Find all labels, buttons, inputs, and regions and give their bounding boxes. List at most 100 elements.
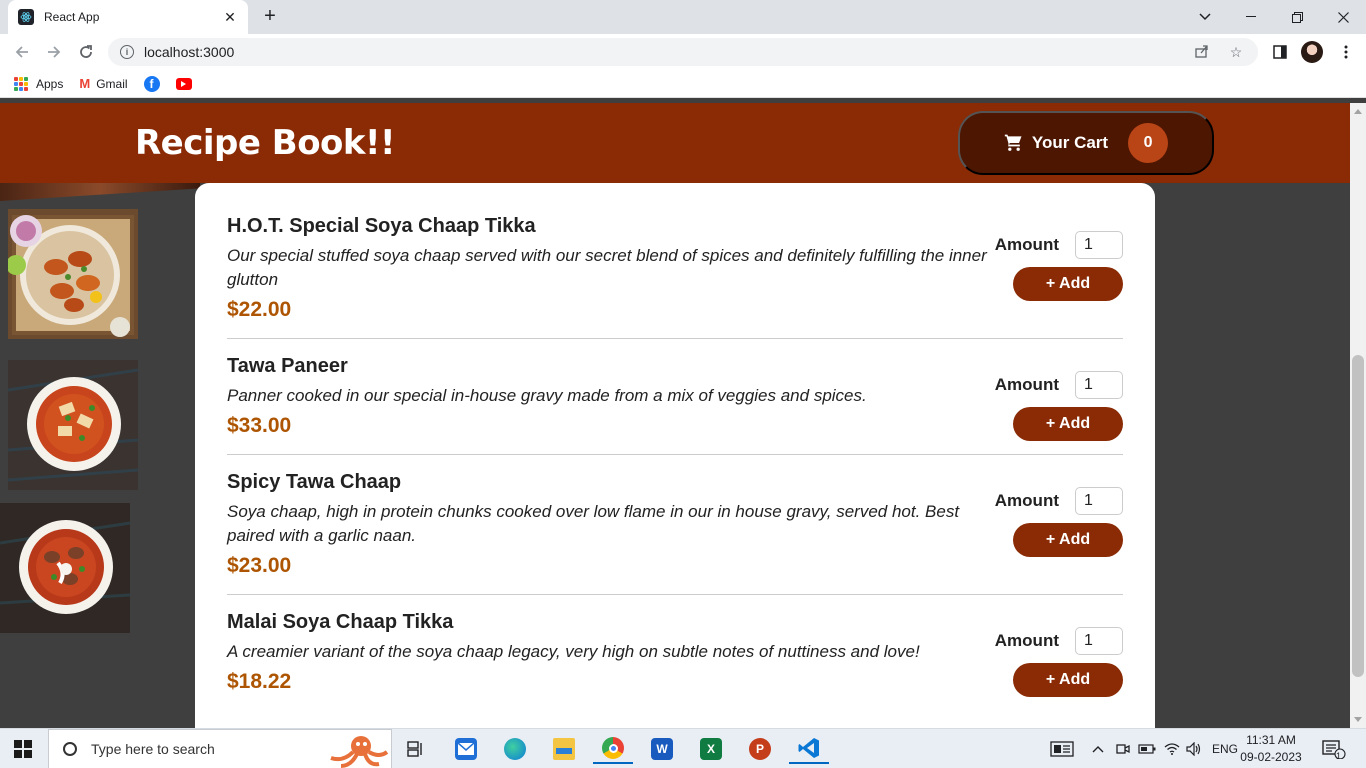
chrome-browser-icon[interactable]: [593, 734, 633, 764]
page-scrollbar[interactable]: [1350, 103, 1366, 728]
windows-start-icon[interactable]: [14, 740, 32, 758]
youtube-icon: [175, 77, 192, 90]
amount-input[interactable]: [1075, 487, 1123, 515]
meal-item: Tawa Paneer Panner cooked in our special…: [227, 355, 1123, 455]
clock-date: 09-02-2023: [1240, 750, 1302, 764]
volume-icon[interactable]: [1186, 729, 1202, 768]
vscode-app-icon[interactable]: [789, 734, 829, 764]
windows-taskbar: Type here to search W X P ENG 11:31 AM 0…: [0, 728, 1366, 768]
system-clock[interactable]: 11:31 AM 09-02-2023: [1238, 732, 1304, 766]
side-panel-icon[interactable]: [1268, 40, 1292, 64]
amount-label: Amount: [994, 235, 1059, 254]
close-window-button[interactable]: [1320, 0, 1366, 34]
scroll-up-arrow-icon[interactable]: [1354, 109, 1362, 114]
search-highlight-octopus-icon: [330, 736, 389, 768]
amount-label: Amount: [994, 375, 1059, 394]
forward-arrow-icon[interactable]: [42, 40, 66, 64]
excel-app-icon[interactable]: X: [691, 734, 731, 764]
file-explorer-icon[interactable]: [544, 734, 584, 764]
meal-add-form: Amount + Add: [995, 487, 1123, 557]
meal-name: H.O.T. Special Soya Chaap Tikka: [227, 215, 536, 237]
bookmark-facebook[interactable]: f: [143, 75, 160, 92]
minimize-button[interactable]: [1228, 0, 1274, 34]
browser-tab[interactable]: React App ✕: [8, 0, 248, 34]
amount-label: Amount: [994, 491, 1059, 510]
amount-input[interactable]: [1075, 627, 1123, 655]
back-arrow-icon[interactable]: [10, 40, 34, 64]
search-icon: [63, 742, 77, 756]
tawa-paneer-image: [8, 360, 138, 490]
powerpoint-app-icon[interactable]: P: [740, 734, 780, 764]
notification-count: 1: [1336, 751, 1342, 761]
soya-chaap-tikka-image: [8, 209, 138, 339]
meal-price: $23.00: [227, 554, 292, 577]
scroll-thumb[interactable]: [1352, 355, 1364, 677]
gmail-icon: M: [79, 76, 91, 91]
meal-add-form: Amount + Add: [995, 371, 1123, 441]
bookmark-gmail[interactable]: M Gmail: [79, 76, 127, 91]
cart-label: Your Cart: [1031, 133, 1109, 152]
meal-item: H.O.T. Special Soya Chaap Tikka Our spec…: [227, 215, 1123, 339]
task-view-icon[interactable]: [396, 734, 436, 764]
language-indicator[interactable]: ENG: [1212, 729, 1238, 768]
restore-button[interactable]: [1274, 0, 1320, 34]
add-to-cart-button[interactable]: + Add: [1013, 267, 1123, 301]
browser-tab-bar: React App ✕ +: [0, 0, 1366, 34]
bookmark-gmail-label: Gmail: [96, 76, 128, 91]
meal-price: $22.00: [227, 298, 292, 321]
add-to-cart-button[interactable]: + Add: [1013, 407, 1123, 441]
app-header: Recipe Book!! Your Cart 0: [0, 103, 1350, 183]
browser-address-bar: i localhost:3000 ☆: [0, 34, 1366, 70]
meal-name: Malai Soya Chaap Tikka: [227, 611, 454, 633]
meal-description: A creamier variant of the soya chaap leg…: [227, 642, 920, 661]
menu-kebab-icon[interactable]: [1334, 40, 1358, 64]
page-title: Recipe Book!!: [135, 123, 396, 163]
battery-icon[interactable]: [1138, 729, 1156, 768]
tab-title: React App: [44, 10, 100, 24]
meal-item: Spicy Tawa Chaap Soya chaap, high in pro…: [227, 471, 1123, 595]
add-to-cart-button[interactable]: + Add: [1013, 523, 1123, 557]
mail-app-icon[interactable]: [446, 734, 486, 764]
url-text[interactable]: localhost:3000: [144, 44, 1178, 60]
tray-chevron-up-icon[interactable]: [1092, 729, 1104, 768]
meet-now-icon[interactable]: [1116, 729, 1130, 768]
react-favicon-icon: [18, 9, 34, 25]
site-info-icon[interactable]: i: [120, 45, 134, 59]
profile-avatar[interactable]: [1300, 40, 1324, 64]
share-icon[interactable]: [1192, 44, 1212, 61]
scroll-down-arrow-icon[interactable]: [1354, 717, 1362, 722]
bookmarks-bar: Apps M Gmail f: [0, 70, 1366, 98]
taskbar-search[interactable]: Type here to search: [48, 729, 392, 768]
meal-description: Our special stuffed soya chaap served wi…: [227, 246, 987, 289]
notification-center-icon[interactable]: 1: [1322, 729, 1346, 768]
bookmark-apps[interactable]: Apps: [14, 76, 64, 91]
reload-icon[interactable]: [74, 40, 98, 64]
meal-add-form: Amount + Add: [995, 627, 1123, 697]
cart-count-badge: 0: [1128, 123, 1169, 163]
edge-browser-icon[interactable]: [495, 734, 535, 764]
meal-name: Tawa Paneer: [227, 355, 348, 377]
add-to-cart-button[interactable]: + Add: [1013, 663, 1123, 697]
new-tab-button[interactable]: +: [258, 4, 282, 28]
meal-item: Malai Soya Chaap Tikka A creamier varian…: [227, 611, 1123, 697]
meal-add-form: Amount + Add: [995, 231, 1123, 301]
bookmark-star-icon[interactable]: ☆: [1226, 44, 1246, 61]
facebook-icon: f: [143, 75, 160, 92]
word-app-icon[interactable]: W: [642, 734, 682, 764]
cart-button[interactable]: Your Cart 0: [958, 111, 1214, 175]
wifi-icon[interactable]: [1164, 729, 1180, 768]
tab-close-icon[interactable]: ✕: [222, 9, 238, 26]
meal-name: Spicy Tawa Chaap: [227, 471, 402, 493]
amount-input[interactable]: [1075, 371, 1123, 399]
tab-search-chevron-down-icon[interactable]: [1182, 0, 1228, 34]
amount-label: Amount: [994, 631, 1059, 650]
spicy-tawa-chaap-image: [0, 503, 130, 633]
taskbar-search-placeholder: Type here to search: [91, 741, 215, 757]
bookmark-youtube[interactable]: [175, 77, 192, 90]
bookmark-apps-label: Apps: [36, 76, 64, 91]
meals-list-card: H.O.T. Special Soya Chaap Tikka Our spec…: [195, 183, 1155, 728]
omnibox[interactable]: i localhost:3000 ☆: [108, 38, 1258, 66]
amount-input[interactable]: [1075, 231, 1123, 259]
meal-description: Soya chaap, high in protein chunks cooke…: [227, 502, 960, 545]
news-widget-icon[interactable]: [1050, 729, 1074, 768]
